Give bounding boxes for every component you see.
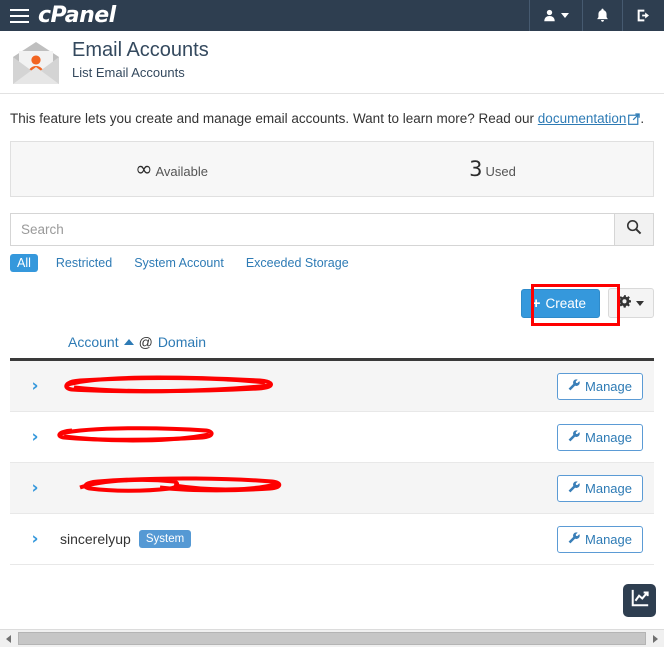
search-row — [10, 213, 654, 246]
top-navigation-bar: cPanel — [0, 0, 664, 31]
sort-ascending-icon[interactable] — [124, 339, 134, 345]
filter-pills: All Restricted System Account Exceeded S… — [10, 246, 654, 282]
stat-used: 3 Used — [332, 157, 653, 181]
action-toolbar: + Create — [10, 282, 654, 328]
manage-button[interactable]: Manage — [557, 373, 643, 400]
scroll-right-arrow-icon[interactable] — [647, 630, 664, 648]
redaction-scribble — [60, 372, 285, 401]
scroll-left-arrow-icon[interactable] — [0, 630, 17, 648]
gear-icon — [618, 295, 631, 311]
at-symbol: @ — [139, 334, 153, 350]
create-button[interactable]: + Create — [521, 289, 600, 318]
page-header: Email Accounts List Email Accounts — [0, 31, 664, 94]
description-period: . — [640, 111, 644, 126]
plus-icon: + — [532, 296, 541, 311]
search-icon — [626, 219, 642, 240]
manage-button-label: Manage — [585, 379, 632, 394]
settings-dropdown-button[interactable] — [608, 288, 654, 318]
manage-button-label: Manage — [585, 430, 632, 445]
manage-button-label: Manage — [585, 481, 632, 496]
wrench-icon — [568, 379, 580, 394]
chevron-down-icon — [636, 301, 644, 306]
account-name: sincerelyup — [60, 531, 131, 547]
used-value: 3 — [469, 157, 482, 181]
quota-stats-panel: ∞Available 3 Used — [10, 141, 654, 197]
expand-row-chevron-icon[interactable]: › — [10, 478, 60, 498]
available-label: Available — [155, 164, 208, 179]
table-row: › Manage — [10, 463, 654, 514]
manage-button[interactable]: Manage — [557, 526, 643, 553]
table-header: Account @ Domain — [10, 328, 654, 361]
column-header-domain[interactable]: Domain — [158, 334, 206, 350]
manage-button-label: Manage — [585, 532, 632, 547]
filter-restricted[interactable]: Restricted — [52, 254, 116, 272]
email-account-envelope-icon — [10, 39, 62, 87]
account-cell: sincerelyup System — [60, 530, 557, 548]
expand-row-chevron-icon[interactable]: › — [10, 376, 60, 396]
user-menu-button[interactable] — [529, 0, 582, 31]
feature-description: This feature lets you create and manage … — [10, 94, 654, 141]
page-header-text: Email Accounts List Email Accounts — [72, 37, 209, 83]
filter-exceeded-storage[interactable]: Exceeded Storage — [242, 254, 353, 272]
user-icon — [543, 9, 556, 22]
redaction-scribble — [74, 474, 289, 503]
notifications-button[interactable] — [582, 0, 622, 31]
table-row: › Manage — [10, 361, 654, 412]
expand-row-chevron-icon[interactable]: › — [10, 529, 60, 549]
wrench-icon — [568, 532, 580, 547]
analytics-widget-button[interactable] — [623, 584, 656, 617]
analytics-chart-icon — [630, 588, 650, 613]
search-button[interactable] — [614, 213, 654, 246]
main-content: This feature lets you create and manage … — [0, 94, 664, 565]
page-title: Email Accounts — [72, 37, 209, 63]
used-label: Used — [486, 164, 516, 179]
column-header-account[interactable]: Account — [68, 334, 119, 350]
wrench-icon — [568, 430, 580, 445]
hamburger-menu-icon[interactable] — [0, 0, 38, 31]
bell-icon — [596, 8, 609, 23]
external-link-icon — [628, 110, 640, 131]
cpanel-logo[interactable]: cPanel — [38, 0, 116, 31]
table-row: › Manage — [10, 412, 654, 463]
chevron-down-icon — [561, 13, 569, 18]
redaction-scribble — [54, 424, 219, 451]
top-bar-right-group — [529, 0, 664, 31]
logout-button[interactable] — [622, 0, 664, 31]
page-subtitle: List Email Accounts — [72, 63, 209, 83]
documentation-link[interactable]: documentation — [538, 111, 627, 126]
manage-button[interactable]: Manage — [557, 424, 643, 451]
manage-button[interactable]: Manage — [557, 475, 643, 502]
available-value: ∞ — [135, 157, 153, 181]
description-text: This feature lets you create and manage … — [10, 111, 534, 126]
create-button-label: Create — [545, 296, 586, 311]
horizontal-scrollbar[interactable] — [0, 629, 664, 647]
filter-all[interactable]: All — [10, 254, 38, 272]
stat-available: ∞Available — [11, 157, 332, 181]
expand-row-chevron-icon[interactable]: › — [10, 427, 60, 447]
scrollbar-thumb[interactable] — [18, 632, 646, 645]
filter-system-account[interactable]: System Account — [130, 254, 228, 272]
table-row: › sincerelyup System Manage — [10, 514, 654, 565]
status-badge: System — [139, 530, 191, 548]
wrench-icon — [568, 481, 580, 496]
logout-icon — [636, 8, 651, 23]
search-input[interactable] — [10, 213, 614, 246]
